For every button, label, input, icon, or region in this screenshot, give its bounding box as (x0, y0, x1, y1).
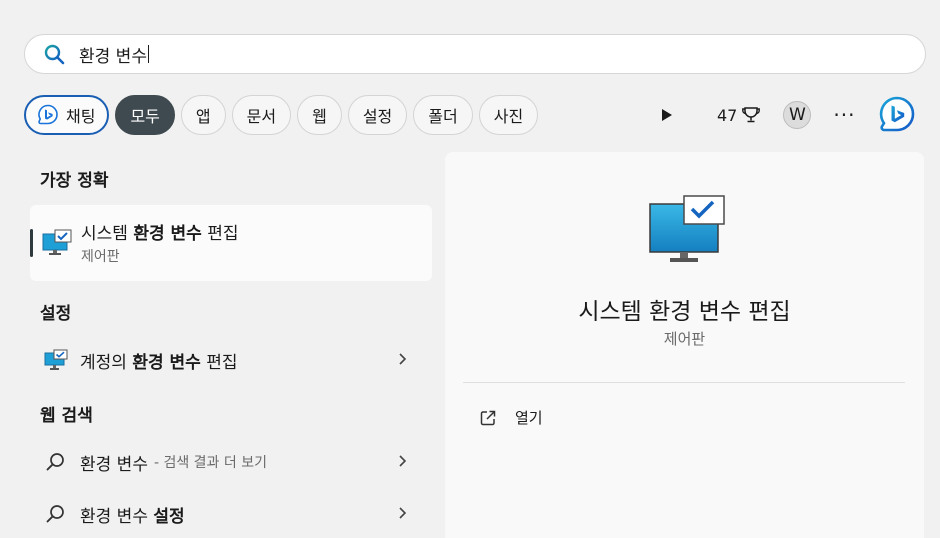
search-icon (46, 453, 64, 471)
system-monitor-icon (44, 349, 68, 370)
tab-all[interactable]: 모두 (115, 95, 175, 135)
chevron-right-icon[interactable] (394, 505, 410, 521)
system-monitor-icon (42, 229, 72, 255)
section-settings: 설정 (40, 304, 72, 324)
points-value: 47 (717, 105, 738, 125)
bing-chat-icon[interactable] (877, 95, 917, 135)
tab-photos[interactable]: 사진 (478, 95, 539, 135)
web-result-2[interactable]: 환경 변수 설정 (44, 499, 424, 529)
text-caret (147, 45, 149, 63)
system-monitor-icon (649, 195, 725, 262)
divider (463, 382, 905, 383)
detail-panel: 시스템 환경 변수 편집 제어판 열기 (445, 152, 924, 538)
best-match-title: 시스템 환경 변수 편집 (81, 224, 239, 244)
selection-indicator (30, 229, 33, 257)
detail-subtitle: 제어판 (663, 330, 706, 348)
more-options-icon[interactable]: ··· (833, 103, 855, 127)
avatar[interactable]: W (783, 101, 812, 129)
tab-apps[interactable]: 앱 (180, 95, 226, 135)
detail-title: 시스템 환경 변수 편집 (578, 299, 791, 325)
chevron-right-icon[interactable] (394, 453, 410, 469)
web-result-1[interactable]: 환경 변수 - 검색 결과 더 보기 (44, 447, 424, 477)
web-result-label: 환경 변수 (80, 454, 148, 475)
search-icon (44, 44, 65, 65)
open-label: 열기 (515, 409, 543, 427)
tab-folders[interactable]: 폴더 (413, 95, 473, 135)
section-web-search: 웹 검색 (40, 406, 93, 426)
toolbar-right: 47 W ··· (655, 94, 917, 136)
chat-label: 채팅 (66, 107, 96, 126)
filter-bar: 채팅 모두 앱 문서 웹 설정 폴더 사진 (24, 94, 544, 136)
tab-web[interactable]: 웹 (297, 95, 342, 135)
best-match-subtitle: 제어판 (81, 249, 120, 265)
open-external-icon (480, 410, 496, 425)
rewards-points[interactable]: 47 (717, 105, 761, 125)
chevron-right-icon[interactable] (394, 351, 410, 367)
bing-chat-icon (38, 104, 58, 125)
best-match-result[interactable]: 시스템 환경 변수 편집 제어판 (30, 205, 432, 281)
play-icon[interactable] (655, 104, 677, 126)
chat-button[interactable]: 채팅 (24, 95, 110, 135)
search-icon (46, 505, 64, 523)
tab-settings[interactable]: 설정 (347, 95, 408, 135)
open-action[interactable]: 열기 (479, 407, 543, 428)
web-result-extra: - 검색 결과 더 보기 (153, 455, 267, 471)
tab-documents[interactable]: 문서 (231, 95, 292, 135)
settings-result-label: 계정의 환경 변수 편집 (80, 352, 238, 373)
search-input[interactable]: 환경 변수 (24, 34, 926, 74)
search-query: 환경 변수 (79, 46, 147, 67)
section-best-match: 가장 정확 (40, 171, 109, 191)
settings-result[interactable]: 계정의 환경 변수 편집 (44, 345, 424, 375)
trophy-icon (742, 107, 761, 123)
web-result-label: 환경 변수 설정 (80, 506, 185, 527)
